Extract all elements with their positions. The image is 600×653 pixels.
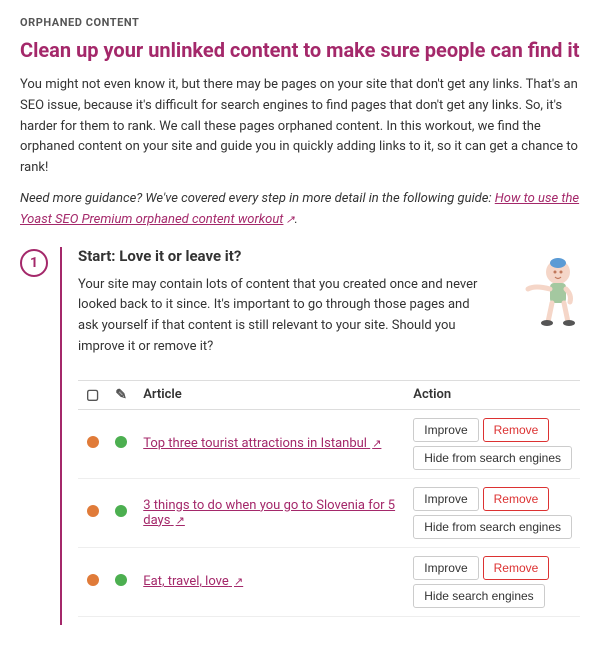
table-header: ▢ ✎ Article Action: [78, 380, 580, 409]
col-action-header: Action: [405, 380, 580, 409]
article-table: ▢ ✎ Article Action: [78, 380, 580, 617]
dot-orange-1: [78, 409, 107, 478]
action-buttons-2: Improve Remove Hide from search engines: [413, 487, 572, 539]
article-link-1[interactable]: Top three tourist attractions in Istanbu…: [143, 436, 381, 451]
action-cell-3: Improve Remove Hide search engines: [405, 547, 580, 616]
dot-green-3: [107, 547, 135, 616]
main-title: Clean up your unlinked content to make s…: [20, 37, 580, 63]
action-cell-2: Improve Remove Hide from search engines: [405, 478, 580, 547]
table-row: Top three tourist attractions in Istanbu…: [78, 409, 580, 478]
dot-orange-2: [78, 478, 107, 547]
ext-link-icon-1: ↗: [372, 437, 381, 450]
hide-search-button-2[interactable]: Hide from search engines: [413, 515, 572, 539]
improve-button-1[interactable]: Improve: [413, 418, 478, 442]
article-cell-2: 3 things to do when you go to Slovenia f…: [135, 478, 405, 547]
action-row-top-2: Improve Remove: [413, 487, 549, 511]
checkbox-header-icon: ▢: [86, 387, 99, 403]
improve-button-2[interactable]: Improve: [413, 487, 478, 511]
step-content: Start: Love it or leave it? Your site ma…: [60, 247, 580, 625]
external-link-icon: ↗: [285, 213, 294, 226]
action-buttons-1: Improve Remove Hide from search engines: [413, 418, 572, 470]
remove-button-2[interactable]: Remove: [483, 487, 550, 511]
article-cell-1: Top three tourist attractions in Istanbu…: [135, 409, 405, 478]
dot-green-2: [107, 478, 135, 547]
hide-search-button-1[interactable]: Hide from search engines: [413, 446, 572, 470]
col-checkbox: ▢: [78, 380, 107, 409]
ext-link-icon-2: ↗: [176, 514, 185, 527]
pencil-header-icon: ✎: [115, 387, 127, 403]
section-label: ORPHANED CONTENT: [20, 16, 580, 29]
action-cell-1: Improve Remove Hide from search engines: [405, 409, 580, 478]
step-1-container: 1: [20, 247, 580, 625]
action-row-top-1: Improve Remove: [413, 418, 549, 442]
remove-button-1[interactable]: Remove: [483, 418, 550, 442]
hide-search-button-3[interactable]: Hide search engines: [413, 584, 544, 608]
col-pencil: ✎: [107, 380, 135, 409]
table-row: Eat, travel, love ↗ Improve Remove Hide …: [78, 547, 580, 616]
col-article-header: Article: [135, 380, 405, 409]
action-buttons-3: Improve Remove Hide search engines: [413, 556, 572, 608]
article-cell-3: Eat, travel, love ↗: [135, 547, 405, 616]
article-link-3[interactable]: Eat, travel, love ↗: [143, 574, 243, 589]
intro-text: You might not even know it, but there ma…: [20, 75, 580, 179]
article-link-2[interactable]: 3 things to do when you go to Slovenia f…: [143, 498, 395, 528]
dot-orange-3: [78, 547, 107, 616]
illustration: [490, 247, 580, 337]
ext-link-icon-3: ↗: [234, 575, 243, 588]
guide-text: Need more guidance? We've covered every …: [20, 189, 580, 231]
dot-green-1: [107, 409, 135, 478]
step-number: 1: [20, 249, 48, 277]
table-row: 3 things to do when you go to Slovenia f…: [78, 478, 580, 547]
